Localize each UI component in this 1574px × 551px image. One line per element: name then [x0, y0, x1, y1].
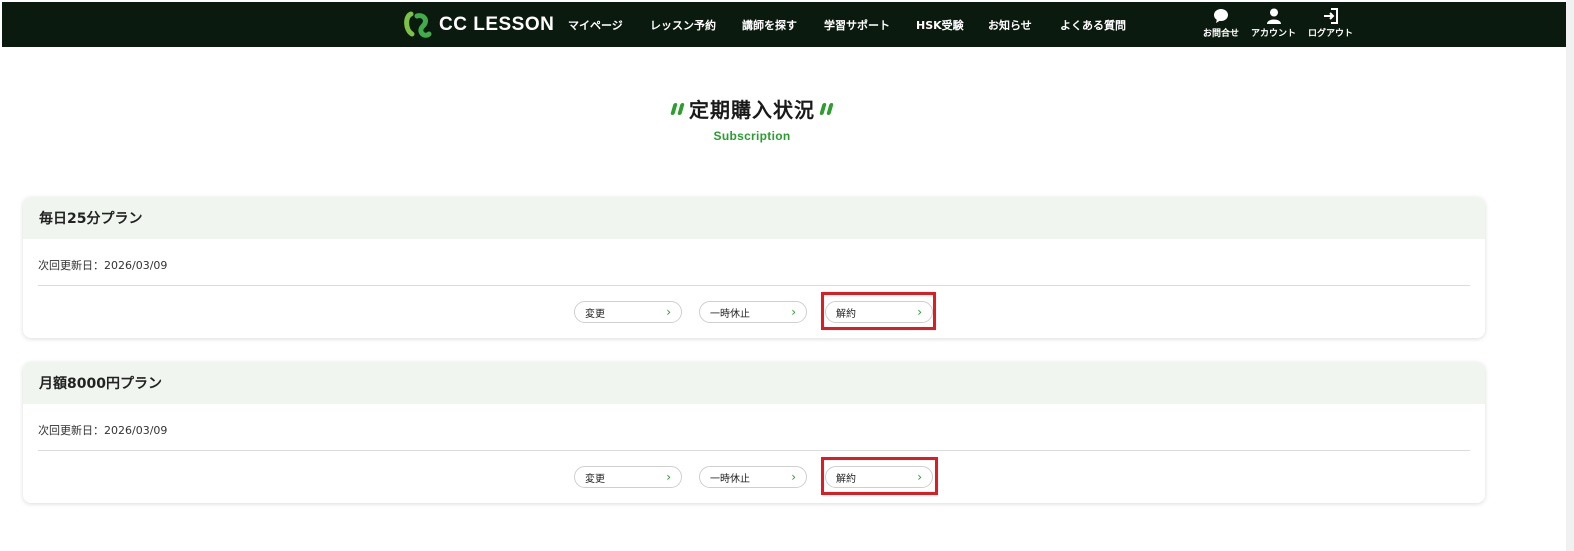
nav-lesson-booking[interactable]: レッスン予約 — [650, 17, 716, 33]
chat-icon — [1214, 9, 1228, 23]
logo-icon — [404, 11, 432, 38]
pause-button-label: 一時休止 — [710, 473, 750, 485]
nav-mypage[interactable]: マイページ — [568, 17, 623, 33]
account-label: アカウント — [1251, 29, 1297, 39]
change-plan-button[interactable]: 変更 › — [574, 301, 682, 323]
subscription-card-body: 次回更新日：2026/03/09 変更 › 一時休止 › 解約 › — [23, 404, 1485, 503]
divider — [38, 285, 1470, 286]
page-title: 定期購入状況 — [689, 98, 815, 122]
chevron-right-icon: › — [791, 470, 796, 484]
subscription-card: 月額8000円プラン 次回更新日：2026/03/09 変更 › 一時休止 › … — [23, 362, 1485, 503]
logout-link[interactable]: ログアウト — [1308, 8, 1353, 39]
page-subtitle: Subscription — [713, 129, 791, 143]
logout-icon — [1323, 8, 1338, 24]
nav-news[interactable]: お知らせ — [988, 17, 1032, 33]
chevron-right-icon: › — [666, 470, 671, 484]
nav-find-teacher[interactable]: 講師を探す — [742, 17, 797, 33]
chevron-right-icon: › — [917, 470, 922, 484]
divider — [38, 450, 1470, 451]
subscription-card-body: 次回更新日：2026/03/09 変更 › 一時休止 › 解約 › — [23, 239, 1485, 338]
plan-name: 月額8000円プラン — [23, 362, 1485, 404]
plan-name: 毎日25分プラン — [23, 197, 1485, 239]
cancel-subscription-button[interactable]: 解約 › — [825, 466, 933, 488]
logout-label: ログアウト — [1308, 29, 1354, 39]
subscription-card: 毎日25分プラン 次回更新日：2026/03/09 変更 › 一時休止 › 解約… — [23, 197, 1485, 338]
account-link[interactable]: アカウント — [1251, 8, 1296, 39]
nav-learning-support[interactable]: 学習サポート — [824, 17, 890, 33]
nav-hsk-exam[interactable]: HSK受験 — [916, 17, 964, 33]
site-logo[interactable]: CC LESSON — [403, 10, 554, 40]
cancel-subscription-button[interactable]: 解約 › — [825, 301, 933, 323]
user-icon — [1266, 8, 1281, 24]
pause-button[interactable]: 一時休止 › — [699, 301, 807, 323]
contact-label: お問合せ — [1203, 29, 1240, 39]
change-button-label: 変更 — [585, 473, 605, 485]
quote-mark-left-icon — [670, 102, 685, 115]
pause-button[interactable]: 一時休止 › — [699, 466, 807, 488]
renewal-date: 次回更新日：2026/03/09 — [38, 424, 168, 437]
quote-mark-right-icon — [819, 102, 834, 115]
change-plan-button[interactable]: 変更 › — [574, 466, 682, 488]
page-heading: 定期購入状況 Subscription — [0, 94, 1504, 143]
chevron-right-icon: › — [666, 305, 671, 319]
vertical-scrollbar[interactable] — [1566, 0, 1574, 551]
nav-faq[interactable]: よくある質問 — [1060, 17, 1126, 33]
chevron-right-icon: › — [791, 305, 796, 319]
renewal-date: 次回更新日：2026/03/09 — [38, 259, 168, 272]
pause-button-label: 一時休止 — [710, 308, 750, 320]
cancel-button-label: 解約 — [836, 473, 856, 485]
change-button-label: 変更 — [585, 308, 605, 320]
page-title-row: 定期購入状況 — [666, 94, 838, 123]
chevron-right-icon: › — [917, 305, 922, 319]
site-header: CC LESSON マイページ レッスン予約 講師を探す 学習サポート HSK受… — [2, 2, 1566, 47]
cancel-button-label: 解約 — [836, 308, 856, 320]
logo-text: CC LESSON — [439, 14, 555, 35]
contact-link[interactable]: お問合せ — [1203, 8, 1239, 39]
